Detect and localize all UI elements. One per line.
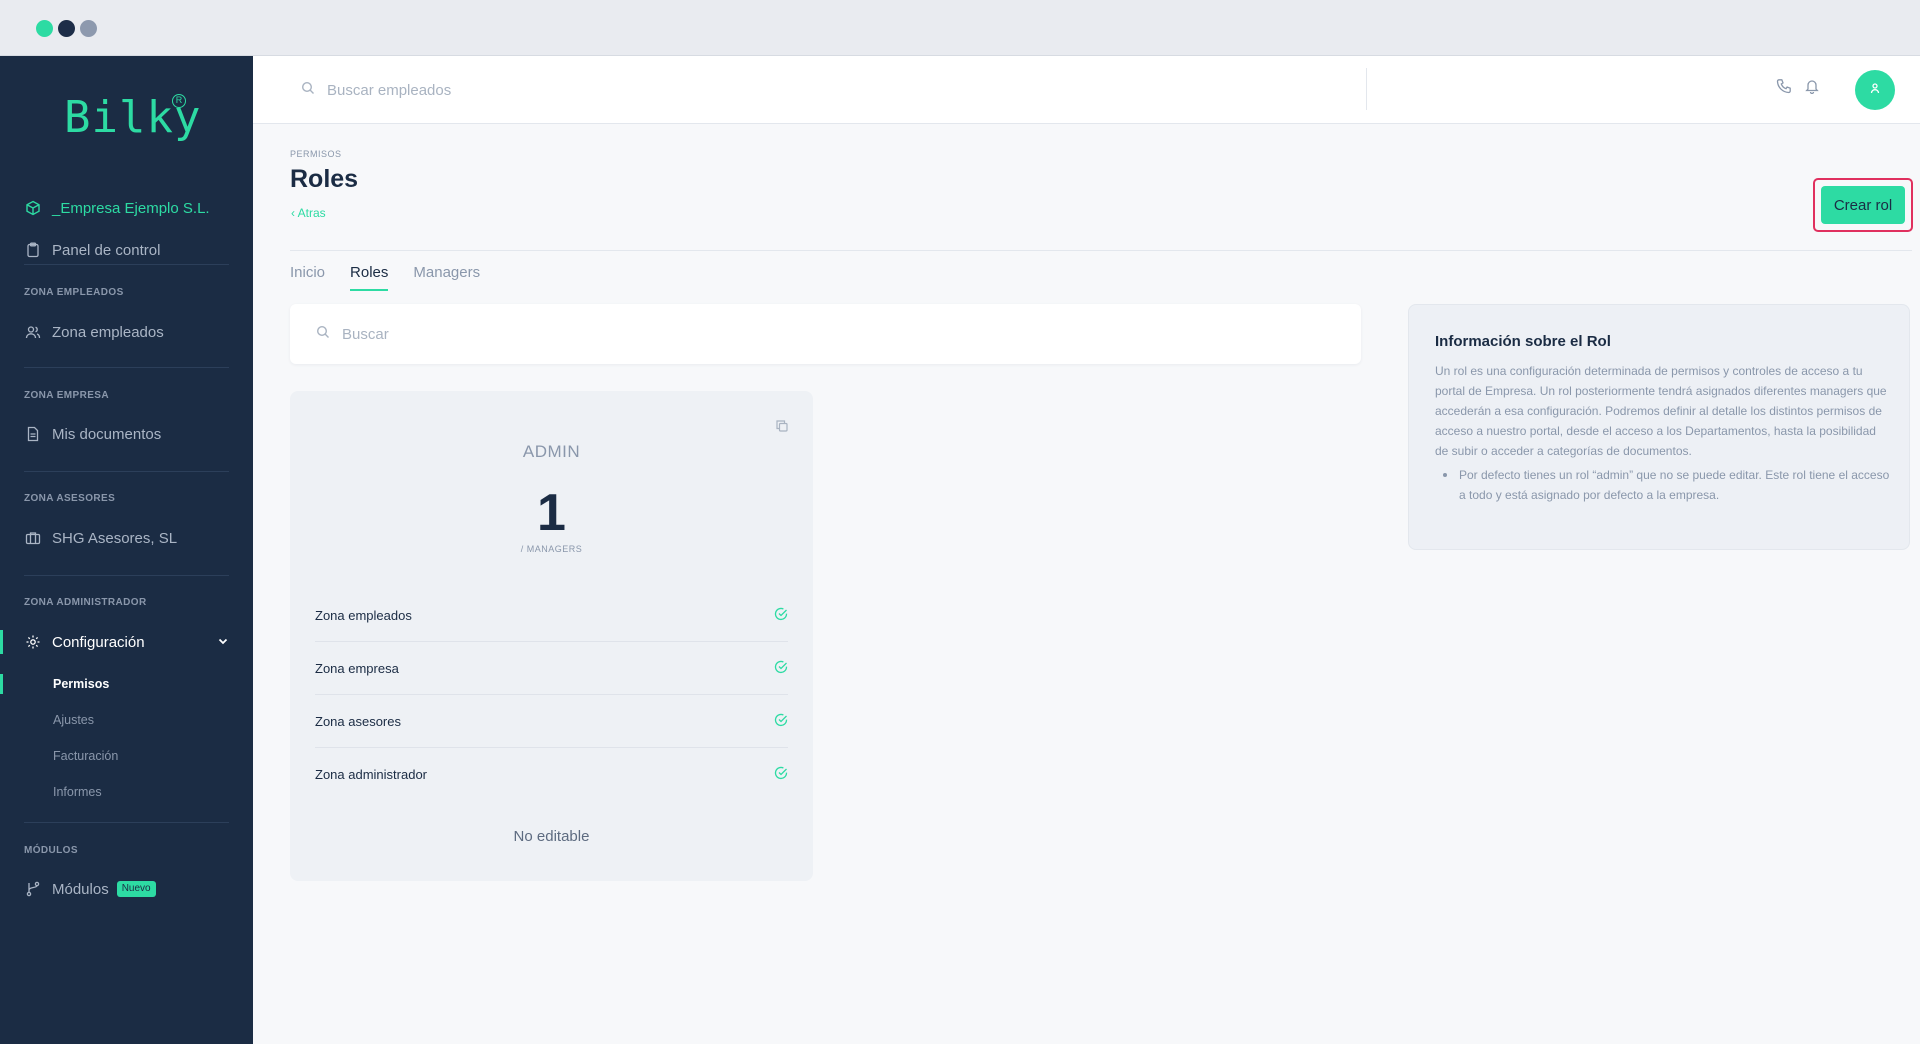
document-icon [24, 425, 42, 443]
tab-inicio[interactable]: Inicio [290, 264, 325, 291]
sidebar-subitem-permissions[interactable]: Permisos [53, 677, 109, 691]
section-label-modules: MÓDULOS [24, 845, 78, 856]
roles-search-input[interactable]: Buscar [342, 326, 389, 343]
employee-search[interactable]: Buscar empleados [301, 81, 451, 100]
main-content: PERMISOS Roles ‹ Atras Crear rol Inicio … [253, 124, 1920, 1044]
window-dot-gray[interactable] [80, 20, 97, 37]
sidebar-item-modules[interactable]: Módulos Nuevo [0, 871, 253, 907]
info-title: Información sobre el Rol [1435, 333, 1611, 350]
section-label-admin: ZONA ADMINISTRADOR [24, 597, 147, 608]
sidebar-divider [24, 367, 229, 368]
back-link[interactable]: ‹ Atras [291, 206, 326, 220]
clipboard-icon [24, 241, 42, 259]
check-circle-icon [774, 660, 788, 677]
sidebar-item-label: Mis documentos [52, 425, 162, 443]
sidebar-divider [24, 822, 229, 823]
gear-icon [24, 633, 42, 651]
user-icon [1869, 81, 1881, 99]
role-manager-count: 1 [537, 484, 566, 542]
phone-icon[interactable] [1776, 78, 1792, 99]
branch-icon [24, 880, 42, 898]
active-sub-marker [0, 674, 3, 694]
browser-chrome [0, 0, 1920, 56]
company-name: _Empresa Ejemplo S.L. [52, 199, 210, 217]
header-divider [290, 250, 1912, 251]
sidebar-subitem-billing[interactable]: Facturación [53, 749, 118, 763]
tabs: Inicio Roles Managers [290, 264, 480, 291]
sidebar: Bilky R _Empresa Ejemplo S.L. Panel de c… [0, 56, 253, 1044]
permission-label: Zona empleados [315, 607, 412, 623]
sidebar-item-label: Módulos [52, 880, 109, 898]
search-icon [316, 325, 330, 344]
role-info-panel: Información sobre el Rol Un rol es una c… [1408, 304, 1910, 550]
search-icon [301, 81, 315, 100]
users-icon [24, 323, 42, 341]
sidebar-item-label: Panel de control [52, 241, 161, 259]
tab-managers[interactable]: Managers [413, 264, 480, 291]
create-role-highlight: Crear rol [1813, 178, 1913, 232]
section-label-advisors: ZONA ASESORES [24, 493, 116, 504]
registered-mark-icon: R [172, 94, 186, 108]
window-dot-dark[interactable] [58, 20, 75, 37]
page-eyebrow: PERMISOS [290, 149, 342, 159]
sidebar-item-dashboard[interactable]: Panel de control [0, 232, 253, 268]
cube-icon [24, 199, 42, 217]
company-selector[interactable]: _Empresa Ejemplo S.L. [0, 190, 253, 226]
sidebar-item-configuration[interactable]: Configuración [0, 624, 253, 660]
info-body: Un rol es una configuración determinada … [1435, 364, 1887, 458]
role-not-editable: No editable [513, 828, 590, 845]
back-link-label: Atras [297, 206, 326, 220]
permission-label: Zona administrador [315, 767, 427, 782]
tab-roles[interactable]: Roles [350, 264, 389, 291]
sidebar-item-label: Configuración [52, 633, 145, 651]
sidebar-subitem-settings[interactable]: Ajustes [53, 713, 94, 727]
section-label-employees: ZONA EMPLEADOS [24, 287, 124, 298]
create-role-button[interactable]: Crear rol [1821, 186, 1905, 224]
employee-search-input[interactable]: Buscar empleados [327, 82, 451, 99]
permission-row: Zona administrador [315, 748, 788, 801]
chevron-left-icon: ‹ [291, 206, 295, 220]
sidebar-divider [24, 264, 229, 265]
role-name: ADMIN [522, 442, 581, 461]
header-icons [1776, 78, 1820, 99]
roles-search[interactable]: Buscar [290, 304, 1361, 364]
briefcase-icon [24, 529, 42, 547]
check-circle-icon [774, 766, 788, 783]
top-header: Buscar empleados [253, 56, 1920, 124]
role-card[interactable]: ADMIN 1 / MANAGERS Zona empleados Zona e… [290, 391, 813, 881]
sidebar-subitem-reports[interactable]: Informes [53, 785, 102, 799]
section-label-company: ZONA EMPRESA [24, 390, 109, 401]
permission-row: Zona empresa [315, 642, 788, 695]
new-badge: Nuevo [116, 881, 156, 897]
chevron-down-icon[interactable] [217, 634, 229, 651]
permission-row: Zona asesores [315, 695, 788, 748]
bell-icon[interactable] [1804, 78, 1820, 99]
copy-icon[interactable] [775, 419, 789, 438]
user-avatar[interactable] [1855, 70, 1895, 110]
role-manager-count-label: / MANAGERS [520, 544, 583, 554]
sidebar-item-documents[interactable]: Mis documentos [0, 416, 253, 452]
window-dot-green[interactable] [36, 20, 53, 37]
sidebar-item-employees[interactable]: Zona empleados [0, 314, 253, 350]
sidebar-item-advisors[interactable]: SHG Asesores, SL [0, 520, 253, 556]
permission-row: Zona empleados [315, 589, 788, 642]
permission-label: Zona empresa [315, 660, 399, 676]
sidebar-item-label: SHG Asesores, SL [52, 529, 178, 547]
check-circle-icon [774, 713, 788, 730]
header-separator [1366, 68, 1367, 110]
page-title: Roles [290, 165, 359, 193]
info-bullet: Por defecto tienes un rol “admin” que no… [1435, 465, 1890, 505]
sidebar-divider [24, 471, 229, 472]
sidebar-divider [24, 575, 229, 576]
check-circle-icon [774, 607, 788, 624]
permission-label: Zona asesores [315, 713, 401, 729]
sidebar-item-label: Zona empleados [52, 323, 164, 341]
